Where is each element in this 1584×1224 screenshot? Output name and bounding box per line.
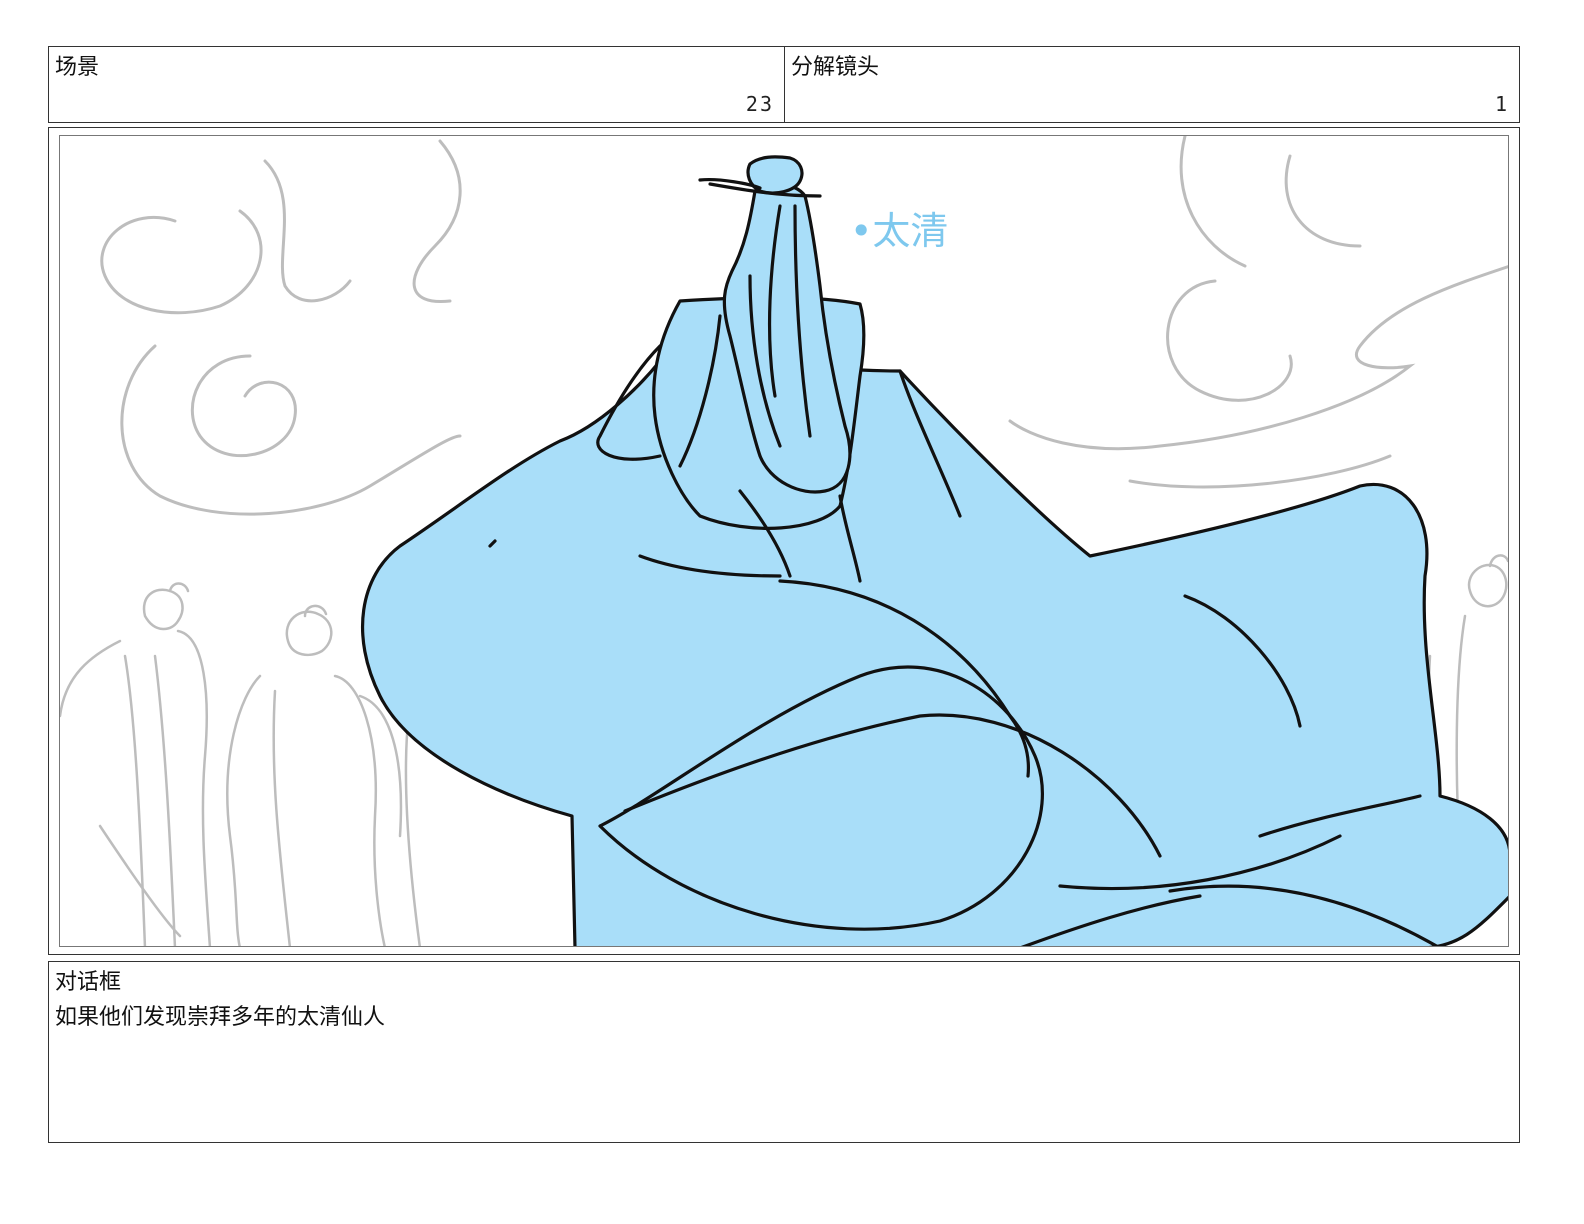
dialog-label: 对话框 — [55, 970, 122, 995]
scene-label: 场景 — [55, 55, 100, 80]
character-annotation: •太清 — [850, 209, 948, 253]
scene-number: 23 — [745, 92, 774, 116]
dialog-text: 如果他们发现崇拜多年的太清仙人 — [55, 1005, 386, 1030]
dialog-box: 对话框 如果他们发现崇拜多年的太清仙人 — [48, 961, 1520, 1143]
storyboard-panel: •太清 — [48, 127, 1520, 955]
taiqing-figure — [361, 155, 1508, 946]
shot-header: 分解镜头 1 — [784, 46, 1520, 123]
shot-number: 1 — [1494, 92, 1509, 116]
panel-frame: •太清 — [59, 135, 1509, 947]
shot-label: 分解镜头 — [791, 55, 880, 80]
scene-header: 场景 23 — [48, 46, 785, 123]
storyboard-drawing: •太清 — [60, 136, 1508, 946]
